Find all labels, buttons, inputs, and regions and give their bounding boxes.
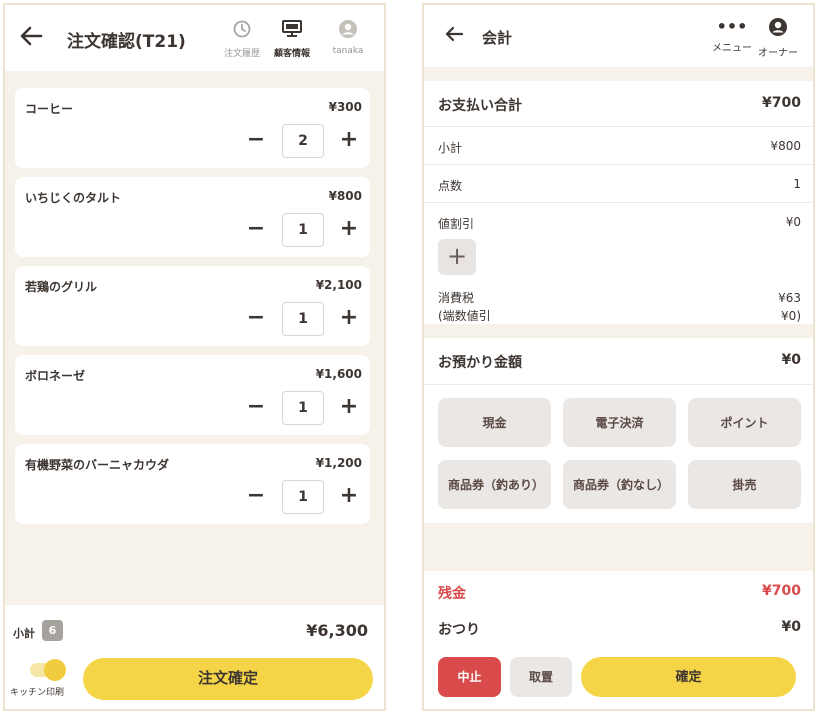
count-value: 1 [793,177,801,191]
remaining-value: ¥700 [762,583,801,599]
finalize-button[interactable]: 確定 [581,657,796,697]
page-title: 会計 [482,29,513,47]
item-price: ¥1,600 [315,367,362,381]
checkout-header: 会計 ••• メニュー オーナー [424,5,813,67]
pay-credit-sale-button[interactable]: 掛売 [688,460,801,509]
pay-points-button[interactable]: ポイント [688,398,801,447]
divider [424,384,813,385]
user-name-label: tanaka [332,46,364,56]
pay-cash-button[interactable]: 現金 [438,398,551,447]
change-label: おつり [438,622,480,638]
hold-button[interactable]: 取置 [510,657,572,697]
item-price: ¥2,100 [315,278,362,292]
tax-labels: 消費税 (端数値引 [438,289,491,325]
discount-row: 値割引 ¥0 [424,203,813,237]
user-avatar-icon [323,19,373,43]
subtotal-label: 小計 [13,627,35,640]
remaining-label: 残金 [438,586,466,602]
subtotal-label: 小計 [438,141,463,155]
decrement-button[interactable]: − [245,304,267,334]
order-item-card: コーヒー ¥300 − 2 + [15,88,370,168]
increment-button[interactable]: + [338,215,360,245]
kitchen-print-label: キッチン印刷 [10,688,65,698]
decrement-button[interactable]: − [245,126,267,156]
rounding-value: ¥0) [781,309,801,323]
tax-values: ¥63 ¥0) [778,289,801,325]
change-value: ¥0 [781,619,801,635]
item-name: ボロネーゼ [25,369,86,383]
order-item-card: 若鶏のグリル ¥2,100 − 1 + [15,266,370,346]
subtotal-value: ¥800 [770,139,801,153]
decrement-button[interactable]: − [245,215,267,245]
deposit-value: ¥0 [781,352,801,368]
customer-info-icon [267,19,317,43]
subtotal-value: ¥6,300 [306,621,368,640]
order-item-card: いちじくのタルト ¥800 − 1 + [15,177,370,257]
toggle-knob [44,659,66,681]
stop-button[interactable]: 中止 [438,657,501,697]
quantity-field[interactable]: 1 [282,391,324,425]
more-dots-icon: ••• [716,17,748,36]
item-price: ¥800 [328,189,362,203]
menu-label: メニュー [712,43,752,54]
menu-button[interactable]: ••• メニュー [712,17,752,55]
customer-info-label: 顧客情報 [273,49,310,59]
item-name: 若鶏のグリル [25,280,98,294]
order-footer: 小計 6 ¥6,300 キッチン印刷 注文確定 [5,605,384,709]
pay-voucher-no-change-button[interactable]: 商品券（釣なし） [563,460,676,509]
owner-avatar-icon [758,17,798,41]
quantity-field[interactable]: 1 [282,213,324,247]
checkout-screen: 会計 ••• メニュー オーナー お支払い合計 ¥700 小計 ¥800 点数 … [422,3,815,711]
decrement-button[interactable]: − [245,482,267,512]
item-name: コーヒー [25,102,74,116]
discount-value: ¥0 [785,215,801,229]
item-name: 有機野菜のバーニャカウダ [25,458,170,472]
tax-label: 消費税 [438,291,475,305]
owner-label: オーナー [758,48,798,59]
back-arrow-icon[interactable] [19,25,43,52]
quantity-field[interactable]: 1 [282,480,324,514]
total-label: お支払い合計 [438,98,522,114]
pay-electronic-button[interactable]: 電子決済 [563,398,676,447]
confirm-order-button[interactable]: 注文確定 [83,658,373,700]
checkout-footer: 残金 ¥700 おつり ¥0 中止 取置 確定 [424,571,813,709]
total-row: お支払い合計 ¥700 [424,81,813,127]
item-count-badge: 6 [42,620,63,641]
rounding-label: (端数値引 [438,309,491,323]
count-label: 点数 [438,179,463,193]
increment-button[interactable]: + [338,304,360,334]
order-item-card: ボロネーゼ ¥1,600 − 1 + [15,355,370,435]
item-price: ¥1,200 [315,456,362,470]
page-title: 注文確認(T21) [67,32,186,52]
increment-button[interactable]: + [338,393,360,423]
payment-summary: お支払い合計 ¥700 小計 ¥800 点数 1 値割引 ¥0 + 消費税 (端… [424,81,813,324]
kitchen-print-toggle[interactable] [30,659,66,681]
customer-info-button[interactable]: 顧客情報 [267,19,317,59]
discount-label: 値割引 [438,217,475,231]
order-header: 注文確認(T21) 注文履歴 顧客情報 tanaka [5,5,384,71]
user-menu-button[interactable]: tanaka [323,19,373,56]
tax-value: ¥63 [778,291,801,305]
back-arrow-icon[interactable] [444,25,464,48]
order-item-card: 有機野菜のバーニャカウダ ¥1,200 − 1 + [15,444,370,524]
increment-button[interactable]: + [338,126,360,156]
deposit-label: お預かり金額 [438,355,522,371]
quantity-field[interactable]: 2 [282,124,324,158]
quantity-field[interactable]: 1 [282,302,324,336]
item-name: いちじくのタルト [25,191,122,205]
decrement-button[interactable]: − [245,393,267,423]
owner-button[interactable]: オーナー [758,17,798,59]
order-history-label: 注文履歴 [223,49,260,59]
total-value: ¥700 [762,95,801,111]
item-price: ¥300 [328,100,362,114]
payment-methods-section: お預かり金額 ¥0 現金 電子決済 ポイント 商品券（釣あり） 商品券（釣なし）… [424,338,813,523]
order-confirmation-screen: 注文確認(T21) 注文履歴 顧客情報 tanaka コーヒー ¥300 − 2… [3,3,386,711]
history-icon [217,19,267,43]
subtotal-row: 小計 ¥800 [424,127,813,165]
order-history-button[interactable]: 注文履歴 [217,19,267,59]
increment-button[interactable]: + [338,482,360,512]
count-row: 点数 1 [424,165,813,203]
add-discount-button[interactable]: + [438,239,476,275]
pay-voucher-change-button[interactable]: 商品券（釣あり） [438,460,551,509]
